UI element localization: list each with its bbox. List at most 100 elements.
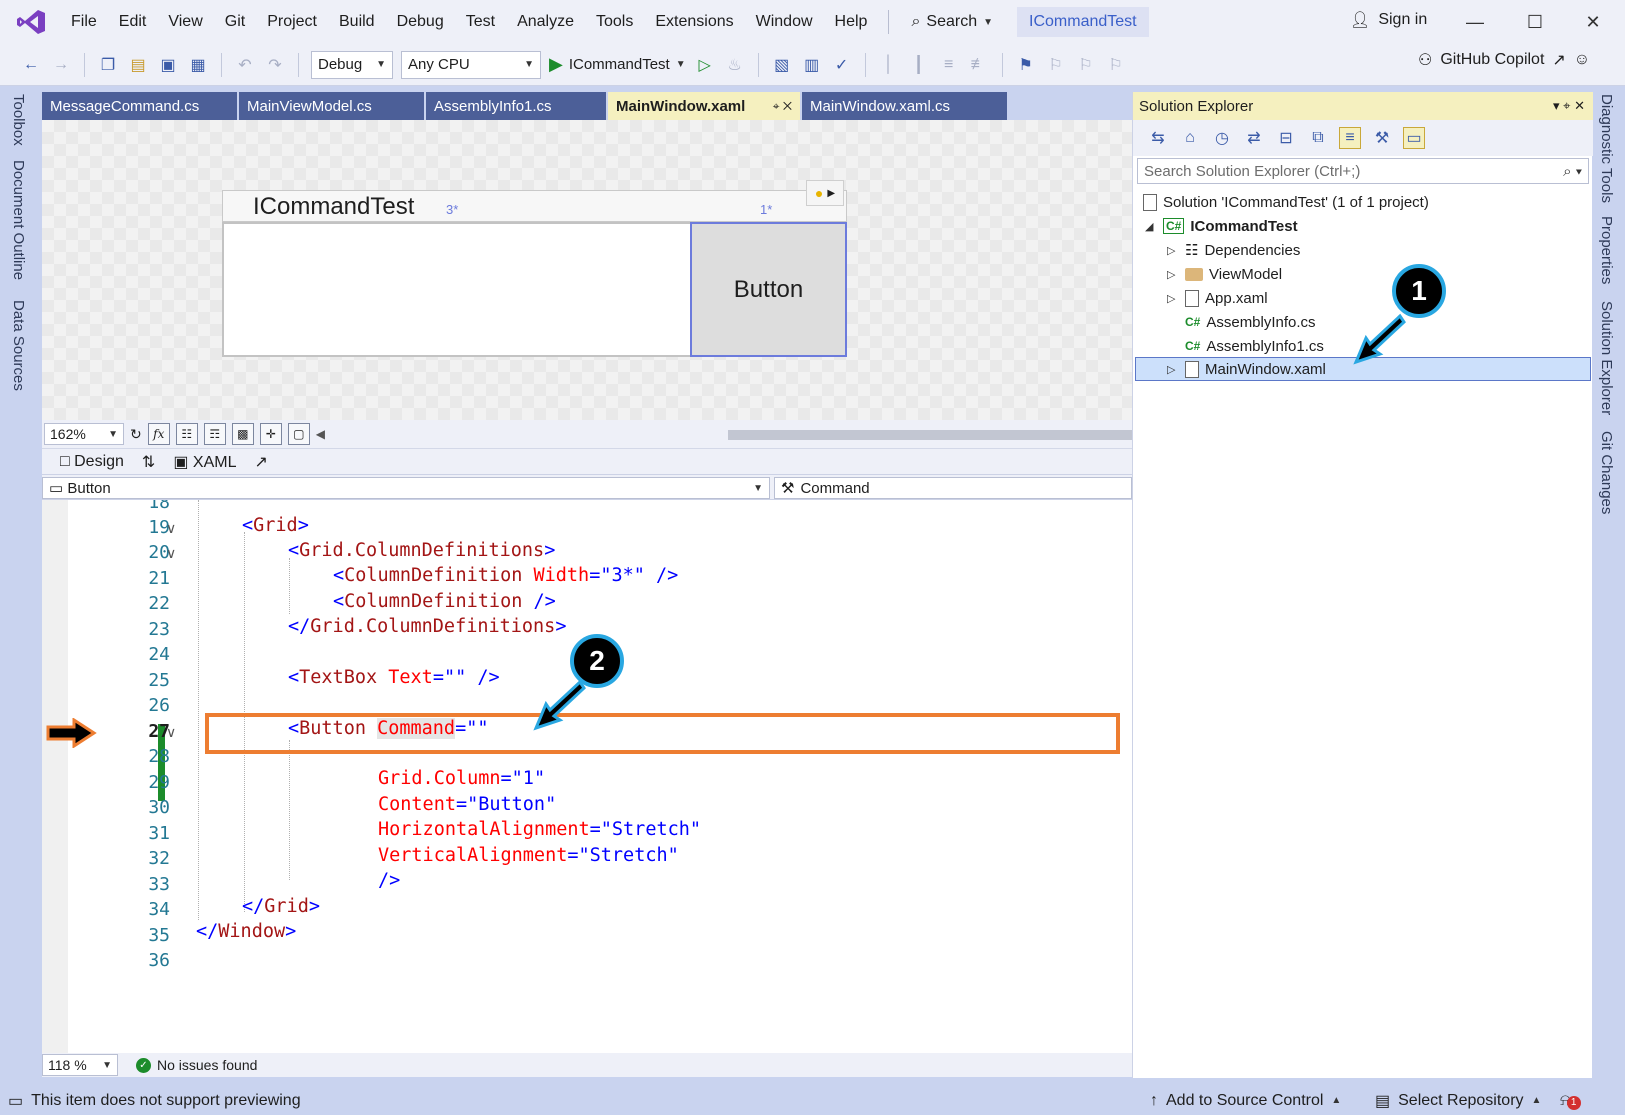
grid-icon[interactable]: ☷ bbox=[175, 423, 198, 445]
code-line-31[interactable]: HorizontalAlignment="Stretch" bbox=[378, 819, 701, 840]
document-outline-tab[interactable]: Document Outline bbox=[10, 160, 27, 280]
toolbox-tab[interactable]: Toolbox bbox=[10, 94, 27, 146]
back-icon[interactable]: ← bbox=[20, 54, 42, 76]
save-all-icon[interactable]: ▦ bbox=[187, 54, 209, 76]
tab-messagecommand-cs[interactable]: MessageCommand.cs bbox=[42, 92, 237, 120]
hot-reload-icon[interactable]: ♨ bbox=[724, 54, 746, 76]
bookmark-icon[interactable]: ⚑ bbox=[1015, 54, 1037, 76]
menu-test[interactable]: Test bbox=[455, 13, 506, 31]
tab-assemblyinfo1-cs[interactable]: AssemblyInfo1.cs bbox=[426, 92, 606, 120]
fold-chevron-icon[interactable]: ∨ bbox=[166, 724, 176, 741]
open-folder-icon[interactable]: ▤ bbox=[127, 54, 149, 76]
tree-item-viewmodel[interactable]: ▷ ViewModel bbox=[1167, 263, 1282, 285]
menu-build[interactable]: Build bbox=[328, 13, 386, 31]
element-dropdown[interactable]: ▭ Button ▼ bbox=[42, 477, 770, 499]
previous-bookmark-icon[interactable]: ⚐ bbox=[1045, 54, 1067, 76]
configuration-dropdown[interactable]: Debug ▼ bbox=[311, 50, 393, 79]
tree-item-project[interactable]: ◢ C# ICommandTest bbox=[1145, 215, 1298, 237]
tab-design[interactable]: □ Design bbox=[60, 453, 124, 471]
designer-horizontal-scrollbar[interactable] bbox=[728, 430, 1168, 440]
code-line-20[interactable]: <Grid.ColumnDefinitions> bbox=[288, 540, 555, 561]
diagnostic-tools-tab[interactable]: Diagnostic Tools bbox=[1598, 94, 1615, 203]
editor-zoom-dropdown[interactable]: 118 % ▼ bbox=[42, 1054, 118, 1076]
tab-xaml[interactable]: ▣ XAML bbox=[173, 452, 236, 472]
platform-dropdown[interactable]: Any CPU ▼ bbox=[401, 50, 541, 79]
tree-item-assemblyinfo[interactable]: C# AssemblyInfo.cs bbox=[1185, 311, 1316, 333]
preview-selected-icon[interactable]: ▭ bbox=[1403, 127, 1425, 149]
save-icon[interactable]: ▣ bbox=[157, 54, 179, 76]
tree-item-app-xaml[interactable]: ▷ App.xaml bbox=[1167, 287, 1268, 309]
data-sources-tab[interactable]: Data Sources bbox=[10, 300, 27, 391]
column-width-marker[interactable]: 1* bbox=[760, 202, 772, 217]
forward-icon[interactable]: → bbox=[50, 54, 72, 76]
code-line-34[interactable]: </Grid> bbox=[242, 896, 320, 917]
menu-window[interactable]: Window bbox=[745, 13, 824, 31]
code-line-35[interactable]: </Window> bbox=[196, 921, 296, 942]
menu-tools[interactable]: Tools bbox=[585, 13, 644, 31]
tree-item-assemblyinfo1[interactable]: C# AssemblyInfo1.cs bbox=[1185, 335, 1324, 357]
tree-item-dependencies[interactable]: ▷ ☷ Dependencies bbox=[1167, 239, 1300, 261]
effects-icon[interactable]: fx bbox=[147, 423, 170, 445]
menu-git[interactable]: Git bbox=[214, 13, 256, 31]
fold-chevron-icon[interactable]: ∨ bbox=[166, 520, 176, 537]
comment-icon[interactable]: ≡ bbox=[938, 54, 960, 76]
artboard-icon[interactable]: ▩ bbox=[231, 423, 254, 445]
scroll-left-icon[interactable]: ◀ bbox=[316, 427, 325, 441]
start-without-debugging-icon[interactable]: ▷ bbox=[694, 54, 716, 76]
select-repository-button[interactable]: ▤ Select Repository ▲ bbox=[1375, 1091, 1541, 1111]
browse-icon[interactable]: ▧ bbox=[771, 54, 793, 76]
uncomment-icon[interactable]: ≢ bbox=[968, 54, 990, 76]
redo-icon[interactable]: ↷ bbox=[264, 54, 286, 76]
add-to-source-control-button[interactable]: ↑ Add to Source Control ▲ bbox=[1150, 1092, 1341, 1110]
code-line-32[interactable]: VerticalAlignment="Stretch" bbox=[378, 845, 679, 866]
collapse-all-icon[interactable]: ⊟ bbox=[1275, 127, 1297, 149]
switch-views-icon[interactable]: ⇆ bbox=[1147, 127, 1169, 149]
properties-tab[interactable]: Properties bbox=[1598, 216, 1615, 284]
home-icon[interactable]: ⌂ bbox=[1179, 127, 1201, 149]
issues-indicator[interactable]: ✓ No issues found bbox=[136, 1057, 257, 1073]
xaml-code-editor[interactable]: 18 19 20 21 22 23 24 25 26 27 28 29 30 3… bbox=[42, 500, 1132, 1053]
menu-extensions[interactable]: Extensions bbox=[644, 13, 744, 31]
pending-changes-icon[interactable]: ◷ bbox=[1211, 127, 1233, 149]
designer-zoom-dropdown[interactable]: 162% ▼ bbox=[44, 423, 124, 445]
start-debugging-button[interactable]: ▶ ICommandTest ▼ bbox=[549, 54, 686, 75]
menu-help[interactable]: Help bbox=[824, 13, 879, 31]
show-all-files-icon[interactable]: ⧉ bbox=[1307, 127, 1329, 149]
code-line-25[interactable]: <TextBox Text="" /> bbox=[288, 667, 500, 688]
expand-triangle-icon[interactable]: ▷ bbox=[1167, 244, 1179, 257]
menu-file[interactable]: File bbox=[60, 13, 108, 31]
quick-actions-button[interactable]: ● ▶ bbox=[806, 180, 844, 206]
tree-item-mainwindow-xaml[interactable]: ▷ MainWindow.xaml bbox=[1167, 358, 1326, 380]
git-changes-tab[interactable]: Git Changes bbox=[1598, 431, 1615, 514]
step-over-icon[interactable]: ┃ bbox=[908, 54, 930, 76]
expand-triangle-icon[interactable]: ▷ bbox=[1167, 268, 1179, 281]
next-bookmark-icon[interactable]: ⚐ bbox=[1075, 54, 1097, 76]
fold-chevron-icon[interactable]: ∨ bbox=[166, 545, 176, 562]
code-line-21[interactable]: <ColumnDefinition Width="3*" /> bbox=[333, 565, 678, 586]
menu-view[interactable]: View bbox=[157, 13, 213, 31]
device-icon[interactable]: ▢ bbox=[287, 423, 310, 445]
collapse-triangle-icon[interactable]: ◢ bbox=[1145, 220, 1157, 233]
code-line-22[interactable]: <ColumnDefinition /> bbox=[333, 591, 556, 612]
code-line-29[interactable]: Grid.Column="1" bbox=[378, 768, 545, 789]
github-copilot-button[interactable]: ⚇ GitHub Copilot ↗ ☺ bbox=[1418, 50, 1590, 70]
refresh-icon[interactable]: ↻ bbox=[130, 426, 142, 443]
code-line-23[interactable]: </Grid.ColumnDefinitions> bbox=[288, 616, 566, 637]
undo-icon[interactable]: ↶ bbox=[234, 54, 256, 76]
sync-icon[interactable]: ⇄ bbox=[1243, 127, 1265, 149]
sync-active-doc-icon[interactable]: ≡ bbox=[1339, 127, 1361, 149]
spell-check-icon[interactable]: ✓ bbox=[831, 54, 853, 76]
swap-panes-icon[interactable]: ⇅ bbox=[142, 452, 155, 472]
new-project-icon[interactable]: ❐ bbox=[97, 54, 119, 76]
notifications-button[interactable]: ⍾ 1 bbox=[1560, 1092, 1581, 1110]
design-button[interactable]: Button bbox=[690, 222, 847, 357]
tree-item-solution[interactable]: Solution 'ICommandTest' (1 of 1 project) bbox=[1143, 191, 1429, 213]
minimize-icon[interactable]: — bbox=[1460, 8, 1490, 36]
maximize-icon[interactable]: ☐ bbox=[1520, 8, 1550, 36]
member-dropdown[interactable]: ⚒ Command bbox=[774, 477, 1132, 499]
code-line-30[interactable]: Content="Button" bbox=[378, 794, 556, 815]
clear-bookmarks-icon[interactable]: ⚐ bbox=[1105, 54, 1127, 76]
menu-debug[interactable]: Debug bbox=[386, 13, 455, 31]
solution-explorer-tab[interactable]: Solution Explorer bbox=[1598, 301, 1615, 415]
menu-edit[interactable]: Edit bbox=[108, 13, 158, 31]
